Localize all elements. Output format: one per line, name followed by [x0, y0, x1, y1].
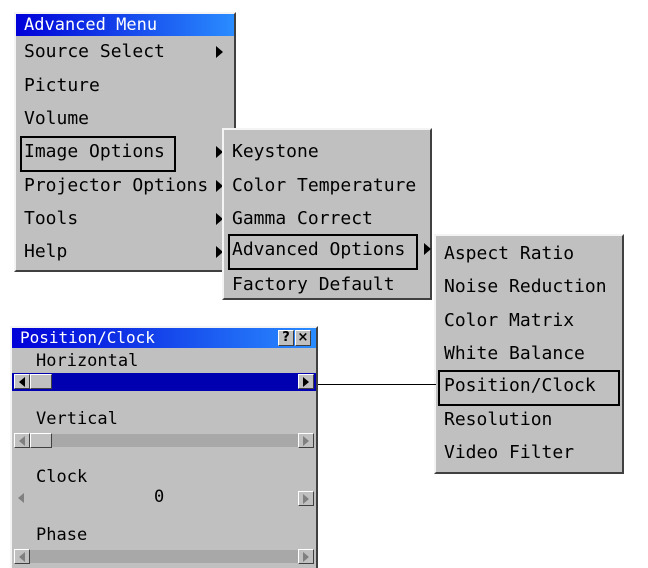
menu-item-volume[interactable]: Volume: [16, 103, 234, 135]
left-arrow-icon: [19, 552, 25, 562]
menu-item-position-clock[interactable]: Position/Clock: [436, 370, 622, 406]
close-button[interactable]: ×: [295, 330, 311, 346]
slider-left-button[interactable]: [14, 433, 30, 448]
slider-right-button[interactable]: [298, 374, 314, 389]
phase-slider[interactable]: [12, 548, 316, 566]
menu-item-white-balance[interactable]: White Balance: [436, 338, 622, 370]
dialog-title: Position/Clock: [12, 328, 316, 348]
menu-item-color-temperature[interactable]: Color Temperature: [224, 170, 430, 202]
vertical-label: Vertical: [36, 409, 118, 429]
menu-item-keystone[interactable]: Keystone: [224, 136, 430, 168]
clock-slider[interactable]: 0: [12, 487, 316, 508]
slider-right-button[interactable]: [298, 491, 314, 506]
slider-left-button[interactable]: [14, 374, 30, 389]
clock-label: Clock: [36, 467, 88, 487]
help-button[interactable]: ?: [278, 330, 294, 346]
menu-item-color-matrix[interactable]: Color Matrix: [436, 305, 622, 337]
slider-right-button[interactable]: [298, 433, 314, 448]
left-arrow-icon: [19, 377, 25, 387]
menu-item-gamma-correct[interactable]: Gamma Correct: [224, 203, 430, 235]
right-arrow-icon: [303, 436, 309, 446]
slider-track: [52, 434, 298, 447]
position-clock-dialog: Position/Clock ? × Horizontal Vertical C…: [10, 326, 318, 568]
submenu-arrow-icon: [216, 46, 223, 58]
horizontal-slider[interactable]: [12, 373, 316, 391]
horizontal-label: Horizontal: [36, 351, 139, 371]
advanced-menu: Advanced Menu Source Select Picture Volu…: [14, 12, 236, 272]
right-arrow-icon: [303, 494, 309, 504]
left-arrow-icon: [18, 493, 24, 503]
menu-item-projector-options[interactable]: Projector Options: [16, 170, 234, 202]
connector-line: [318, 384, 436, 385]
advanced-options-menu: Aspect Ratio Noise Reduction Color Matri…: [434, 234, 624, 474]
menu-item-tools[interactable]: Tools: [16, 203, 234, 235]
right-arrow-icon: [303, 552, 309, 562]
menu-item-picture[interactable]: Picture: [16, 70, 234, 102]
menu-item-noise-reduction[interactable]: Noise Reduction: [436, 271, 622, 303]
menu-item-image-options[interactable]: Image Options: [16, 136, 234, 172]
menu-item-source-select[interactable]: Source Select: [16, 36, 234, 68]
slider-track: [30, 550, 298, 563]
phase-label: Phase: [36, 525, 88, 545]
menu-item-help[interactable]: Help: [16, 236, 234, 268]
clock-value: 0: [154, 487, 165, 507]
menu-item-factory-default[interactable]: Factory Default: [224, 269, 430, 301]
menu-item-video-filter[interactable]: Video Filter: [436, 437, 622, 469]
menu-item-advanced-options[interactable]: Advanced Options: [224, 234, 430, 270]
menu-item-resolution[interactable]: Resolution: [436, 404, 622, 436]
vertical-slider[interactable]: [12, 432, 316, 450]
slider-thumb[interactable]: [30, 374, 52, 389]
left-arrow-icon: [19, 436, 25, 446]
menu-item-aspect-ratio[interactable]: Aspect Ratio: [436, 238, 622, 270]
submenu-arrow-icon: [424, 243, 431, 255]
right-arrow-icon: [303, 377, 309, 387]
slider-left-button[interactable]: [14, 491, 30, 506]
slider-thumb[interactable]: [30, 433, 52, 448]
slider-left-button[interactable]: [14, 549, 30, 564]
advanced-menu-title: Advanced Menu: [16, 14, 234, 36]
slider-right-button[interactable]: [298, 549, 314, 564]
image-options-menu: Keystone Color Temperature Gamma Correct…: [222, 128, 432, 300]
